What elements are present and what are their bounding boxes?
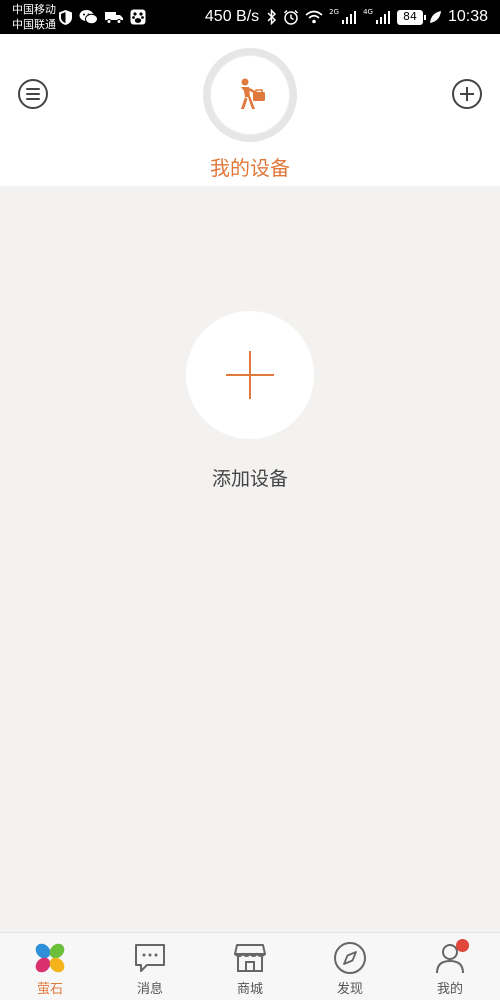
carrier-info: 中国移动 中国联通 [12,2,56,32]
tab-store[interactable]: 商城 [200,933,300,1000]
tab-ezviz[interactable]: 萤石 [0,933,100,1000]
truck-icon [105,12,123,24]
status-bar: 中国移动 中国联通 450 B/s 2G 4G 84 10:38 [0,0,500,34]
message-icon [133,941,167,975]
net-4g-label: 4G [363,8,373,16]
add-button[interactable] [452,79,482,109]
main-content: 添加设备 [0,186,500,932]
shield-icon [59,9,72,25]
wifi-icon [305,10,323,24]
compass-icon [333,941,367,975]
ezviz-icon [33,941,67,975]
bottom-nav: 萤石 消息 商城 发现 我的 [0,932,500,1000]
avatar[interactable] [203,48,297,142]
battery-indicator: 84 [396,9,426,25]
tab-label: 我的 [436,982,463,997]
add-device-button[interactable] [186,311,314,439]
leaf-icon [429,11,441,23]
carrier-1: 中国移动 [12,3,56,16]
tab-label: 萤石 [36,982,63,997]
header: 我的设备 [0,34,500,186]
add-device-label[interactable]: 添加设备 [0,464,500,491]
notification-badge [456,939,469,952]
carrier-2: 中国联通 [12,18,56,31]
baidu-icon [130,9,146,25]
tab-label: 消息 [136,982,163,997]
store-icon [233,941,267,975]
notification-icons [58,8,146,26]
tab-label: 商城 [236,982,263,997]
page-title: 我的设备 [210,156,290,180]
worker-icon [241,78,265,109]
tab-label: 发现 [336,982,363,997]
net-2g-label: 2G [329,8,340,16]
menu-icon-line [26,93,40,95]
tab-messages[interactable]: 消息 [100,933,200,1000]
menu-icon-line [26,88,40,90]
signal-icon [375,11,390,24]
tab-discover[interactable]: 发现 [300,933,400,1000]
system-status: 450 B/s 2G 4G 84 10:38 [205,0,488,34]
wechat-icon [79,10,98,25]
bluetooth-icon [267,9,277,25]
alarm-icon [284,9,299,25]
menu-icon-line [26,98,40,100]
clock: 10:38 [447,8,488,25]
tab-me[interactable]: 我的 [400,933,500,1000]
menu-button[interactable] [18,79,48,109]
net-speed: 450 B/s [204,8,260,25]
signal-icon [342,11,357,24]
avatar-inner [210,55,290,135]
